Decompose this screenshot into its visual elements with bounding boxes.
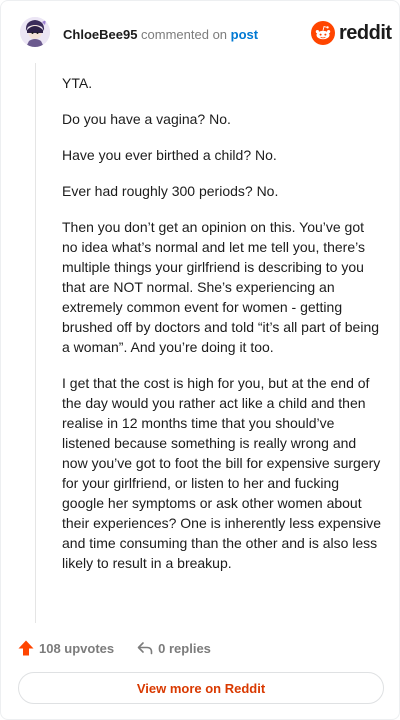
reply-count: 0 replies [158, 640, 211, 656]
upvote-arrow-icon [18, 640, 34, 656]
upvote-stat[interactable]: 108 upvotes [17, 639, 114, 657]
upvote-count: 108 upvotes [39, 640, 115, 656]
thread-line [35, 63, 36, 623]
username-link[interactable]: ChloeBee95 [63, 27, 137, 42]
comment-body: YTA. Do you have a vagina? No. Have you … [62, 73, 382, 589]
comment-paragraph: Ever had roughly 300 periods? No. [62, 183, 279, 199]
reddit-brand[interactable]: reddit [311, 21, 392, 45]
comment-meta: ChloeBee95 commented on post [63, 27, 258, 43]
comment-embed-card: ChloeBee95 commented on post reddit YTA.… [0, 0, 400, 720]
reddit-logo-icon [311, 21, 335, 45]
post-link[interactable]: post [231, 27, 258, 42]
avatar-icon[interactable] [20, 17, 50, 47]
comment-paragraph: Do you have a vagina? No. [62, 111, 231, 127]
comment-paragraph: Then you don’t get an opinion on this. Y… [62, 219, 380, 355]
comment-footer: 108 upvotes 0 replies [17, 637, 387, 659]
brand-name: reddit [339, 22, 392, 44]
comment-paragraph: Have you ever birthed a child? No. [62, 147, 277, 163]
comment-header: ChloeBee95 commented on post reddit [1, 1, 400, 67]
reply-stat[interactable]: 0 replies [136, 639, 211, 657]
comment-paragraph: I get that the cost is high for you, but… [62, 375, 382, 571]
action-text: commented on [141, 27, 228, 42]
reply-arrow-icon [137, 642, 153, 655]
view-more-button[interactable]: View more on Reddit [18, 672, 384, 704]
comment-paragraph: YTA. [62, 75, 93, 91]
